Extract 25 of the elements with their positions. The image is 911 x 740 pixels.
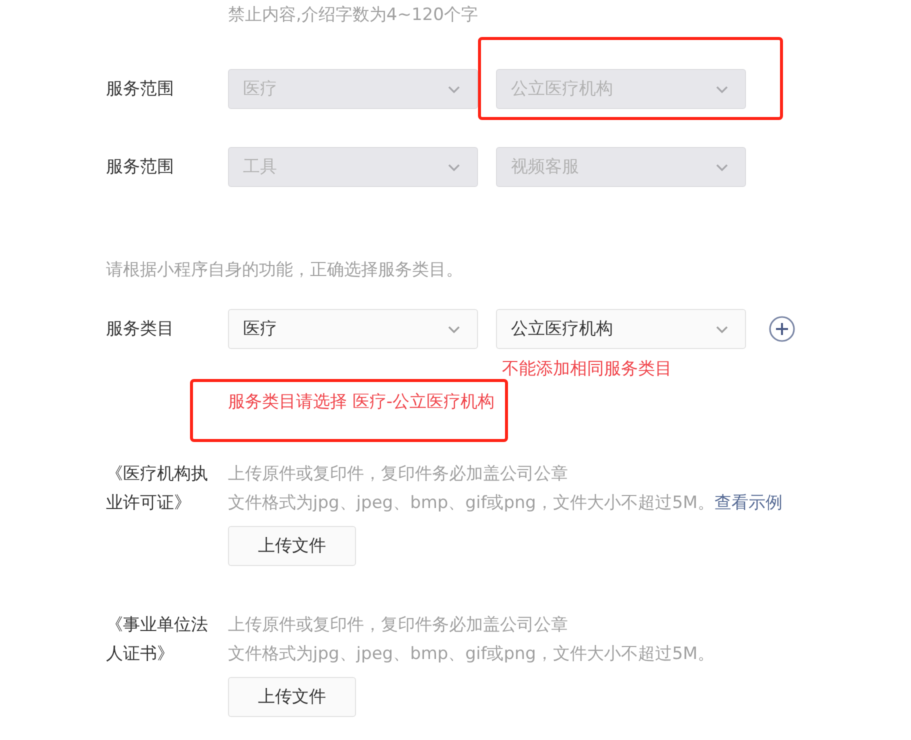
upload-file-button[interactable]: 上传文件 — [228, 677, 356, 717]
chevron-down-icon — [447, 324, 461, 334]
chevron-down-icon — [715, 162, 729, 172]
chevron-down-icon — [447, 162, 461, 172]
select-dropdown[interactable]: 医疗 — [228, 309, 478, 349]
field-label: 服务范围 — [106, 156, 175, 179]
chevron-down-icon — [715, 324, 729, 334]
upload-file-button[interactable]: 上传文件 — [228, 526, 356, 566]
certificate-label: 《事业单位法人证书》 — [106, 614, 209, 666]
field-label: 服务范围 — [106, 78, 175, 101]
select-dropdown[interactable]: 公立医疗机构 — [496, 309, 746, 349]
field-label: 服务类目 — [106, 318, 175, 341]
file-format-text: 文件格式为jpg、jpeg、bmp、gif或png，文件大小不超过5M。 — [228, 643, 715, 666]
error-text: 不能添加相同服务类目 — [502, 358, 672, 381]
upload-hint-text: 上传原件或复印件，复印件务必加盖公司公章 — [228, 463, 568, 486]
chevron-down-icon — [715, 84, 729, 94]
add-circle-icon[interactable] — [768, 315, 796, 343]
error-text: 服务类目请选择 医疗-公立医疗机构 — [228, 390, 495, 414]
instruction-text: 请根据小程序自身的功能，正确选择服务类目。 — [106, 259, 464, 282]
file-format-text: 文件格式为jpg、jpeg、bmp、gif或png，文件大小不超过5M。 — [228, 492, 715, 515]
chevron-down-icon — [447, 84, 461, 94]
view-example-link[interactable]: 查看示例 — [714, 489, 783, 518]
certificate-label: 《医疗机构执业许可证》 — [106, 463, 209, 515]
hint-text: 禁止内容,介绍字数为4~120个字 — [228, 4, 479, 27]
upload-hint-text: 上传原件或复印件，复印件务必加盖公司公章 — [228, 614, 568, 637]
